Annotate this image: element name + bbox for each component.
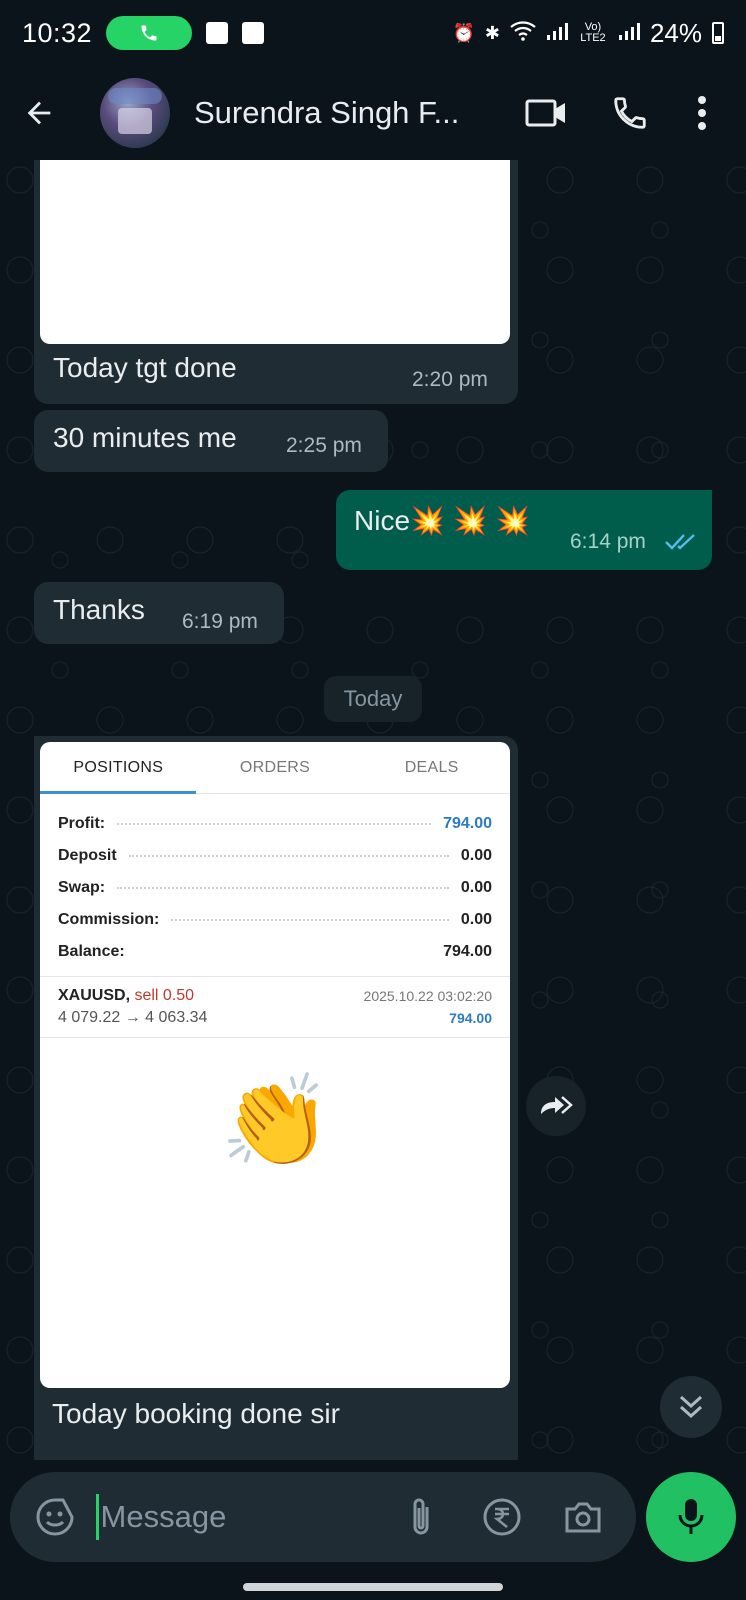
dotted-leader: [137, 943, 431, 953]
position-row: XAUUSD, sell 0.50 2025.10.22 03:02:20 4 …: [40, 976, 510, 1038]
message-text: Today tgt done: [53, 352, 237, 383]
message-text: Thanks: [53, 594, 145, 625]
sticker-icon: [36, 1498, 74, 1536]
bluetooth-icon: ✱: [484, 22, 500, 43]
message-bubble[interactable]: Today tgt done 2:20 pm: [34, 160, 518, 404]
summary-row-deposit: Deposit 0.00: [40, 840, 510, 872]
summary-value: 0.00: [460, 847, 492, 864]
summary-label: Commission:: [58, 911, 160, 928]
position-profit: 794.00: [449, 1010, 492, 1026]
dotted-leader: [117, 879, 449, 889]
tab-positions: POSITIONS: [73, 758, 164, 776]
summary-value: 0.00: [460, 911, 492, 928]
microphone-icon: [678, 1499, 704, 1534]
summary-value: 794.00: [443, 943, 492, 960]
voice-message-button[interactable]: [646, 1472, 736, 1562]
message-input[interactable]: [100, 1499, 381, 1535]
read-receipt-icon: [665, 534, 695, 550]
message-bubble[interactable]: POSITIONS ORDERS DEALS Profit: 794.00 De…: [34, 736, 518, 1460]
status-right: ⏰ ✱ Vo) LTE2 24%: [452, 18, 724, 49]
summary-label: Profit:: [58, 815, 106, 832]
tab-deals: DEALS: [404, 758, 459, 776]
date-divider: Today: [324, 676, 422, 722]
network-label: Vo) LTE2: [580, 21, 606, 44]
signal-icon: [546, 21, 568, 46]
phone-icon: [141, 25, 157, 41]
dotted-leader: [128, 847, 449, 857]
message-bubble[interactable]: Nice💥 💥 💥 6:14 pm: [336, 490, 712, 570]
clapping-hands-sticker: 👏: [220, 1072, 333, 1172]
trade-screenshot-image[interactable]: POSITIONS ORDERS DEALS Profit: 794.00 De…: [40, 742, 510, 1388]
checkbox-notification-icon: [242, 22, 265, 44]
active-tab-indicator: [40, 791, 196, 794]
scroll-to-bottom-button[interactable]: [660, 1376, 722, 1438]
trade-tabs: POSITIONS ORDERS DEALS: [40, 742, 510, 794]
voice-call-button[interactable]: [588, 83, 672, 143]
battery-percent: 24%: [649, 17, 702, 48]
more-options-button[interactable]: [672, 83, 732, 143]
camera-icon: [565, 1502, 601, 1533]
summary-row-commission: Commission: 0.00: [40, 904, 510, 936]
ongoing-call-pill[interactable]: [106, 16, 193, 50]
back-arrow-icon: [27, 101, 51, 125]
message-bubble[interactable]: 30 minutes me 2:25 pm: [34, 410, 388, 472]
video-call-icon: [525, 99, 565, 127]
summary-label: Swap:: [58, 879, 106, 896]
gallery-notification-icon: [206, 22, 229, 44]
message-text: Nice💥 💥 💥: [354, 505, 531, 536]
position-symbol: XAUUSD,: [58, 987, 131, 1004]
alarm-icon: ⏰: [452, 22, 475, 43]
summary-label: Balance:: [58, 943, 125, 960]
message-bubble[interactable]: Thanks 6:19 pm: [34, 582, 284, 644]
message-time: 6:19 pm: [182, 610, 258, 633]
attach-button[interactable]: [381, 1487, 462, 1547]
message-text: Today booking done sir: [52, 1398, 340, 1429]
back-button[interactable]: [22, 96, 78, 130]
wifi-icon: [510, 20, 536, 46]
voice-call-icon: [614, 97, 646, 129]
message-composer: [10, 1472, 636, 1562]
chat-area[interactable]: Today tgt done 2:20 pm 30 minutes me 2:2…: [0, 160, 746, 1460]
message-time: 2:25 pm: [286, 434, 362, 457]
camera-button[interactable]: [543, 1487, 624, 1547]
rupee-icon: [483, 1498, 521, 1536]
status-bar: 10:32 ⏰ ✱ Vo) LTE2 24%: [0, 0, 746, 66]
message-text: 30 minutes me: [53, 422, 237, 453]
summary-value: 794.00: [443, 815, 492, 832]
position-prices: 4 079.22 → 4 063.34: [58, 1009, 208, 1026]
contact-name[interactable]: Surendra Singh F...: [194, 95, 459, 131]
chat-header: Surendra Singh F...: [0, 66, 746, 160]
message-image[interactable]: [40, 160, 510, 344]
contact-avatar[interactable]: [100, 78, 170, 148]
summary-row-swap: Swap: 0.00: [40, 872, 510, 904]
more-options-icon: [698, 96, 706, 130]
summary-row-profit: Profit: 794.00: [40, 808, 510, 840]
forward-button[interactable]: [526, 1076, 586, 1136]
dotted-leader: [171, 911, 449, 921]
double-chevron-down-icon: [679, 1395, 703, 1419]
text-cursor: [95, 1494, 99, 1540]
battery-icon: [712, 22, 724, 44]
dotted-leader: [117, 815, 432, 825]
summary-value: 0.00: [460, 879, 492, 896]
position-side: sell 0.50: [134, 987, 195, 1004]
message-time: 6:14 pm: [570, 530, 646, 553]
tab-orders: ORDERS: [239, 758, 311, 776]
message-time: 2:20 pm: [412, 368, 488, 391]
position-datetime: 2025.10.22 03:02:20: [363, 988, 492, 1004]
sticker-button[interactable]: [18, 1497, 92, 1537]
paperclip-icon: [413, 1498, 429, 1535]
gesture-nav-handle[interactable]: [243, 1583, 503, 1591]
status-time: 10:32: [22, 17, 93, 48]
signal-icon-2: [618, 21, 640, 46]
video-call-button[interactable]: [504, 83, 588, 143]
forward-icon: [541, 1096, 573, 1114]
summary-row-balance: Balance: 794.00: [40, 936, 510, 968]
summary-label: Deposit: [58, 847, 117, 864]
payment-button[interactable]: [462, 1487, 543, 1547]
